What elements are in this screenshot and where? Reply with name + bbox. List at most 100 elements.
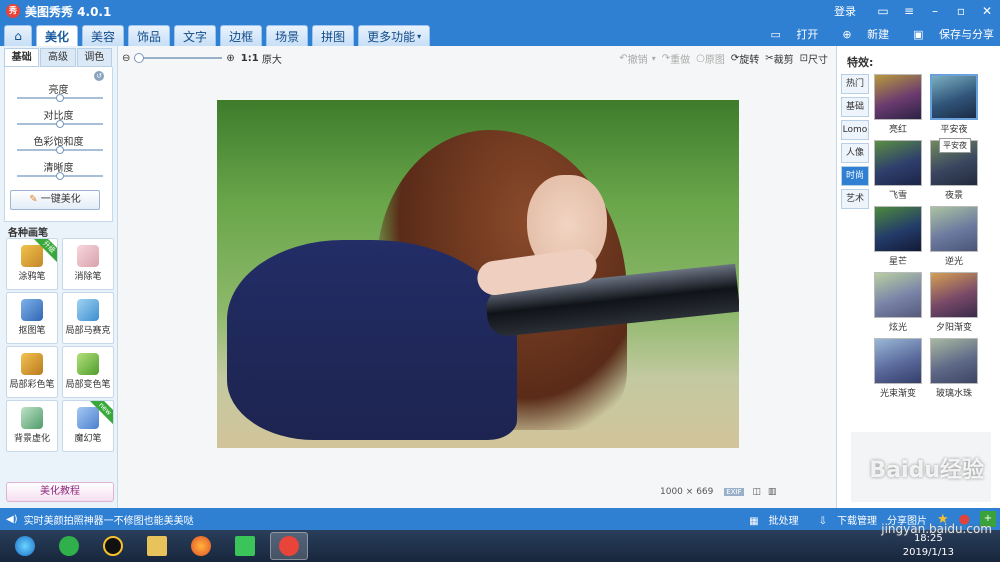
tab-beautify[interactable]: 美化 [36,25,79,46]
system-clock[interactable]: 18:25 2019/1/13 [903,532,954,560]
effect-water-drops[interactable]: 玻璃水珠 [929,338,979,402]
zoom-out-icon[interactable]: ⊖ [122,53,130,64]
status-message[interactable]: 实时美颜拍照神器一不修图也能美美哒 [24,512,194,527]
window-controls: 登录 ▭ ≡ – ▫ ✕ [834,0,1000,22]
one-key-beautify-button[interactable]: ✎ 一键美化 [10,190,100,210]
new-button[interactable]: ⊕ 新建 [830,26,889,42]
image-size-separator: × [685,487,694,497]
effect-thumbnail [930,206,978,252]
open-button[interactable]: ▭ 打开 [758,26,818,42]
taskbar-app-player[interactable] [226,532,264,560]
subtab-color[interactable]: 调色 [76,48,112,67]
mosaic-label: 局部马赛克 [65,326,111,336]
original-button[interactable]: ○ 原图 [696,51,725,66]
color-pen-tool[interactable]: 局部彩色笔 [6,346,58,398]
main-nav: ⌂ 美化 美容 饰品 文字 边框 场景 拼图 更多功能 ▾ ▭ 打开 ⊕ 新建 … [0,22,1000,46]
contrast-knob[interactable] [56,120,64,128]
cutout-pen-tool[interactable]: 抠图笔 [6,292,58,344]
eraser-tool[interactable]: 消除笔 [62,238,114,290]
tab-accessories[interactable]: 饰品 [128,25,171,46]
doodle-pen-tool[interactable]: 升级 涂鸦笔 [6,238,58,290]
home-button[interactable]: ⌂ [4,25,32,46]
chevron-down-icon: ▾ [417,31,422,41]
tab-beauty[interactable]: 美容 [82,25,125,46]
redo-button[interactable]: ↷ 重做 [662,51,690,66]
effect-starburst[interactable]: 星芒 [873,206,923,270]
effect-sunset-gradient[interactable]: 夕阳渐变 [929,272,979,336]
taskbar-app-explorer[interactable] [138,532,176,560]
maximize-icon[interactable]: ▫ [948,0,974,22]
crop-label: 裁剪 [773,54,794,66]
split-view-icon[interactable]: ▥ [768,487,777,497]
eraser-icon [77,245,99,267]
effect-label: 逆光 [944,257,963,267]
tab-border[interactable]: 边框 [220,25,263,46]
message-icon[interactable]: ▭ [870,0,896,22]
batch-label: 批处理 [768,515,799,527]
zoom-knob[interactable] [134,53,145,63]
close-icon[interactable]: ✕ [974,0,1000,22]
taskbar-app-browser[interactable] [50,532,88,560]
photo-body [227,240,517,440]
resize-button[interactable]: ⊡ 尺寸 [800,51,828,66]
subtab-basic[interactable]: 基础 [4,48,40,67]
minimize-icon[interactable]: – [922,0,948,22]
more-functions-dropdown[interactable]: 更多功能 ▾ [358,25,431,46]
zoom-in-icon[interactable]: ⊕ [226,53,234,64]
background-blur-tool[interactable]: 背景虚化 [6,400,58,452]
category-lomo[interactable]: Lomo [841,120,869,140]
tab-text[interactable]: 文字 [174,25,217,46]
photo-canvas[interactable] [217,100,739,448]
contrast-slider[interactable] [17,120,103,128]
taskbar-app-firefox[interactable] [182,532,220,560]
effect-glare[interactable]: 炫光 [873,272,923,336]
effect-label: 飞雪 [888,191,907,201]
taskbar-app-qq[interactable] [94,532,132,560]
reset-icon[interactable]: ↺ [94,71,104,81]
exif-icon[interactable]: EXIF [724,488,744,496]
tab-scene[interactable]: 场景 [266,25,309,46]
undo-button[interactable]: ↶ 撤销 ▾ [619,51,655,66]
actual-size-button[interactable]: 1:1 原大 [241,51,282,66]
saturation-knob[interactable] [56,146,64,154]
save-share-button[interactable]: ▣ 保存与分享 [901,26,994,42]
sharpness-slider[interactable] [17,172,103,180]
category-basic[interactable]: 基础 [841,97,869,117]
start-button[interactable] [6,532,44,560]
sharpness-knob[interactable] [56,172,64,180]
one-key-beautify-label: 一键美化 [40,194,81,205]
rotate-button[interactable]: ⟳ 旋转 [731,51,759,66]
category-art[interactable]: 艺术 [841,189,869,209]
chevron-down-icon: ▾ [651,53,656,63]
original-label: 原图 [704,54,725,66]
subtab-advanced[interactable]: 高级 [40,48,76,67]
effect-snow[interactable]: 飞雪 [873,140,923,204]
settings-icon[interactable]: ≡ [896,0,922,22]
home-icon: ⌂ [14,29,22,43]
zoom-slider[interactable] [134,53,223,63]
compare-view-icon[interactable]: ◫ [752,487,761,497]
download-manager-button[interactable]: ⇩ 下载管理 [809,512,877,527]
effect-beam-gradient[interactable]: 光束渐变 [873,338,923,402]
taskbar-app-meitu[interactable] [270,532,308,560]
magic-pen-tool[interactable]: new 魔幻笔 [62,400,114,452]
effect-backlight[interactable]: 逆光 [929,206,979,270]
brightness-knob[interactable] [56,94,64,102]
login-link[interactable]: 登录 [834,3,856,19]
category-fashion[interactable]: 时尚 [841,166,869,186]
brightness-slider[interactable] [17,94,103,102]
effect-bright-red[interactable]: 亮红 [873,74,923,138]
speaker-icon: ◀) [6,513,18,525]
tutorial-button[interactable]: 美化教程 [6,482,114,502]
tab-collage[interactable]: 拼图 [312,25,355,46]
mosaic-tool[interactable]: 局部马赛克 [62,292,114,344]
clock-date: 2019/1/13 [902,547,954,558]
category-hot[interactable]: 热门 [841,74,869,94]
crop-button[interactable]: ✂ 裁剪 [765,51,793,66]
effect-thumbnail [930,74,978,120]
saturation-slider[interactable] [17,146,103,154]
effect-christmas-eve[interactable]: 平安夜 [929,74,979,138]
recolor-pen-tool[interactable]: 局部变色笔 [62,346,114,398]
batch-button[interactable]: ▦ 批处理 [739,512,798,527]
category-portrait[interactable]: 人像 [841,143,869,163]
